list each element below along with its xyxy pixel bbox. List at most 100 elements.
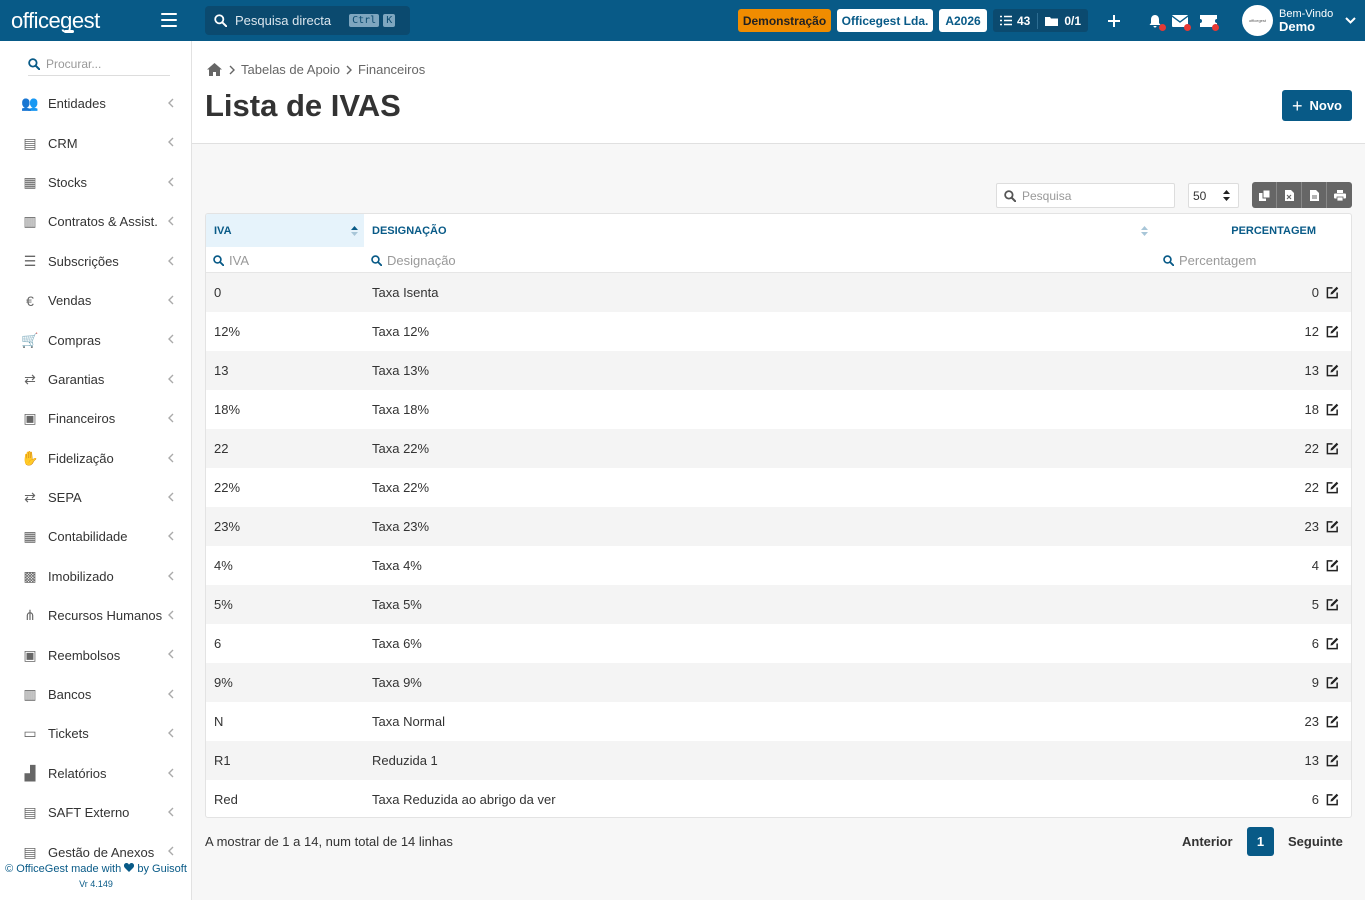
filter-iva-input[interactable]: IVA [213, 247, 358, 273]
table-row[interactable]: 18% Taxa 18% 18 [206, 390, 1351, 429]
edit-icon[interactable] [1326, 624, 1339, 663]
table-row[interactable]: N Taxa Normal 23 [206, 702, 1351, 741]
table-row[interactable]: 4% Taxa 4% 4 [206, 546, 1351, 585]
filter-designacao-input[interactable]: Designação [371, 247, 1151, 273]
table-row[interactable]: 12% Taxa 12% 12 [206, 312, 1351, 351]
next-page-button[interactable]: Seguinte [1288, 827, 1343, 856]
sort-arrows-icon [1223, 190, 1230, 201]
cell-percentagem: 0 [1311, 285, 1319, 300]
sidebar-item-entidades[interactable]: 👥 Entidades [0, 84, 191, 123]
edit-icon[interactable] [1326, 507, 1339, 546]
edit-icon[interactable] [1326, 741, 1339, 780]
edit-icon[interactable] [1326, 390, 1339, 429]
demo-badge[interactable]: Demonstração [738, 9, 831, 32]
page-1-button[interactable]: 1 [1247, 827, 1274, 856]
table-row[interactable]: 9% Taxa 9% 9 [206, 663, 1351, 702]
home-icon[interactable] [207, 63, 222, 76]
sidebar-item-subscri-es[interactable]: ☰ Subscrições [0, 242, 191, 281]
sidebar-item-imobilizado[interactable]: ▩ Imobilizado [0, 557, 191, 596]
sidebar-item-garantias[interactable]: ⇄ Garantias [0, 360, 191, 399]
tasks-badge[interactable]: 43 0/1 [993, 9, 1088, 32]
sidebar-item-stocks[interactable]: ▦ Stocks [0, 163, 191, 202]
sidebar-item-label: Imobilizado [48, 568, 114, 584]
cell-designacao: Taxa 22% [372, 441, 430, 456]
mail-icon[interactable] [1171, 12, 1191, 31]
edit-icon[interactable] [1326, 663, 1339, 702]
sidebar-item-saft-externo[interactable]: ▤ SAFT Externo [0, 793, 191, 832]
column-header-designacao[interactable]: DESIGNAÇÃO [364, 214, 1154, 247]
sidebar-item-financeiros[interactable]: ▣ Financeiros [0, 399, 191, 438]
filter-percentagem-input[interactable]: Percentagem [1163, 247, 1313, 273]
sidebar-search-input[interactable]: Procurar... [28, 53, 170, 76]
edit-icon[interactable] [1326, 312, 1339, 351]
table-search-input[interactable]: Pesquisa [996, 183, 1175, 208]
cell-iva: N [214, 714, 224, 729]
sidebar-item-bancos[interactable]: ▥ Bancos [0, 675, 191, 714]
sidebar-item-fideliza-o[interactable]: ✋ Fidelização [0, 439, 191, 478]
sidebar-item-sepa[interactable]: ⇄ SEPA [0, 478, 191, 517]
chevron-left-icon [168, 649, 174, 659]
cell-designacao: Taxa 23% [372, 519, 430, 534]
edit-icon[interactable] [1326, 429, 1339, 468]
edit-icon[interactable] [1326, 273, 1339, 312]
cell-percentagem: 23 [1304, 519, 1319, 534]
user-menu[interactable]: officegest Bem-Vindo Demo [1242, 5, 1356, 36]
print-button[interactable] [1327, 182, 1352, 208]
table-row[interactable]: 22 Taxa 22% 22 [206, 429, 1351, 468]
excel-button[interactable] [1277, 182, 1302, 208]
breadcrumb-item-financeiros[interactable]: Financeiros [358, 62, 425, 77]
edit-icon[interactable] [1326, 351, 1339, 390]
sidebar-item-contratos-assist[interactable]: ▥ Contratos & Assist. [0, 202, 191, 241]
pagination-info: A mostrar de 1 a 14, num total de 14 lin… [205, 834, 453, 849]
sidebar-item-label: Garantias [48, 371, 105, 387]
avatar: officegest [1242, 5, 1273, 36]
edit-icon[interactable] [1326, 780, 1339, 817]
edit-icon[interactable] [1326, 468, 1339, 507]
page-size-select[interactable]: 50 [1188, 183, 1239, 208]
bell-icon[interactable] [1146, 12, 1166, 31]
global-search[interactable]: Pesquisa directa Ctrl K [205, 6, 410, 35]
sidebar-item-tickets[interactable]: ▭ Tickets [0, 714, 191, 753]
chevron-down-icon [1345, 17, 1356, 24]
filter-designacao-placeholder: Designação [387, 252, 456, 268]
add-icon[interactable] [1105, 12, 1123, 30]
company-badge[interactable]: Officegest Lda. [837, 9, 933, 32]
sidebar-item-relat-rios[interactable]: ▟ Relatórios [0, 754, 191, 793]
edit-icon[interactable] [1326, 702, 1339, 741]
breadcrumb-item-tabelas[interactable]: Tabelas de Apoio [241, 62, 340, 77]
menu-toggle-icon[interactable] [161, 13, 177, 27]
table-row[interactable]: 5% Taxa 5% 5 [206, 585, 1351, 624]
footer-text-a: © OfficeGest made with [5, 863, 122, 875]
sidebar-item-compras[interactable]: 🛒 Compras [0, 320, 191, 359]
table-row[interactable]: 22% Taxa 22% 22 [206, 468, 1351, 507]
copy-button[interactable] [1252, 182, 1277, 208]
new-button[interactable]: + Novo [1282, 90, 1352, 121]
edit-icon[interactable] [1326, 546, 1339, 585]
ticket-icon[interactable] [1199, 12, 1219, 31]
sidebar-item-crm[interactable]: ▤ CRM [0, 123, 191, 162]
year-badge[interactable]: A2026 [939, 9, 987, 32]
chevron-left-icon [168, 846, 174, 856]
column-header-percentagem[interactable]: PERCENTAGEM [1154, 214, 1316, 247]
sidebar-item-contabilidade[interactable]: ▦ Contabilidade [0, 517, 191, 556]
sidebar-search-placeholder: Procurar... [46, 57, 102, 71]
cell-percentagem: 6 [1311, 636, 1319, 651]
table-row[interactable]: 6 Taxa 6% 6 [206, 624, 1351, 663]
table-row[interactable]: Red Taxa Reduzida ao abrigo da ver 6 [206, 780, 1351, 817]
sidebar-item-reembolsos[interactable]: ▣ Reembolsos [0, 635, 191, 674]
csv-button[interactable] [1302, 182, 1327, 208]
chevron-left-icon [168, 571, 174, 581]
table-row[interactable]: R1 Reduzida 1 13 [206, 741, 1351, 780]
column-header-iva[interactable]: IVA [206, 214, 364, 247]
prev-page-button[interactable]: Anterior [1182, 827, 1233, 856]
edit-icon[interactable] [1326, 585, 1339, 624]
table-row[interactable]: 23% Taxa 23% 23 [206, 507, 1351, 546]
money-icon: ▣ [23, 646, 37, 663]
sidebar-item-recursos-humanos[interactable]: ⋔ Recursos Humanos [0, 596, 191, 635]
sidebar-item-vendas[interactable]: € Vendas [0, 281, 191, 320]
sidebar-item-label: Contratos & Assist. [48, 214, 158, 230]
table-row[interactable]: 0 Taxa Isenta 0 [206, 273, 1351, 312]
chevron-left-icon [168, 728, 174, 738]
breadcrumb: Tabelas de Apoio Financeiros [207, 62, 431, 77]
table-row[interactable]: 13 Taxa 13% 13 [206, 351, 1351, 390]
